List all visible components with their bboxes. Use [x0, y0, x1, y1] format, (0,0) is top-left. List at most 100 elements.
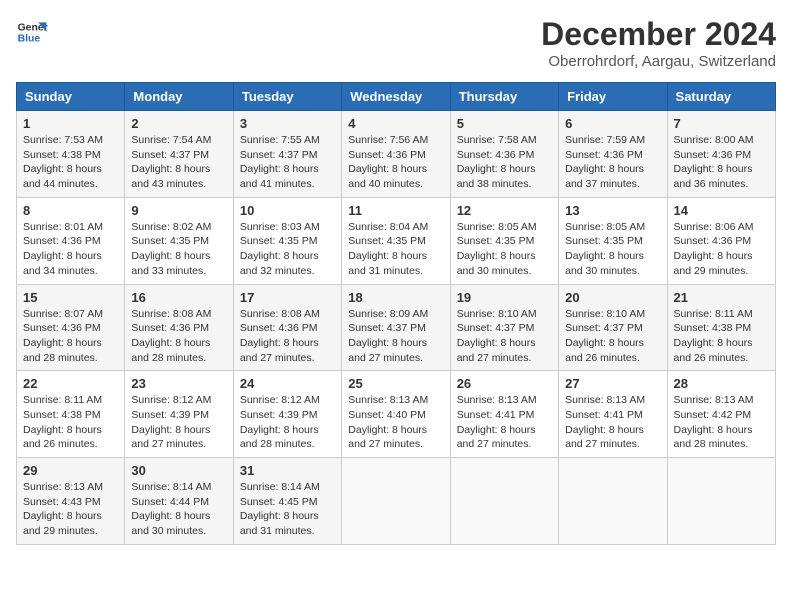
day-info: Sunrise: 8:14 AMSunset: 4:45 PMDaylight:… — [240, 480, 335, 539]
calendar-cell — [450, 458, 558, 545]
calendar-cell: 24 Sunrise: 8:12 AMSunset: 4:39 PMDayligh… — [233, 371, 341, 458]
day-of-week-header: Wednesday — [342, 83, 450, 111]
day-info: Sunrise: 8:10 AMSunset: 4:37 PMDaylight:… — [565, 307, 660, 366]
calendar-cell — [342, 458, 450, 545]
calendar-cell: 21 Sunrise: 8:11 AMSunset: 4:38 PMDayligh… — [667, 284, 775, 371]
day-number: 5 — [457, 116, 552, 131]
day-number: 12 — [457, 203, 552, 218]
day-info: Sunrise: 8:14 AMSunset: 4:44 PMDaylight:… — [131, 480, 226, 539]
day-info: Sunrise: 8:11 AMSunset: 4:38 PMDaylight:… — [674, 307, 769, 366]
day-number: 22 — [23, 376, 118, 391]
day-info: Sunrise: 8:08 AMSunset: 4:36 PMDaylight:… — [240, 307, 335, 366]
calendar-cell: 1 Sunrise: 7:53 AMSunset: 4:38 PMDaylight… — [17, 111, 125, 198]
day-number: 2 — [131, 116, 226, 131]
day-number: 10 — [240, 203, 335, 218]
day-info: Sunrise: 8:13 AMSunset: 4:43 PMDaylight:… — [23, 480, 118, 539]
day-number: 23 — [131, 376, 226, 391]
day-number: 26 — [457, 376, 552, 391]
day-info: Sunrise: 8:05 AMSunset: 4:35 PMDaylight:… — [565, 220, 660, 279]
calendar-cell: 4 Sunrise: 7:56 AMSunset: 4:36 PMDaylight… — [342, 111, 450, 198]
day-number: 18 — [348, 290, 443, 305]
day-number: 3 — [240, 116, 335, 131]
calendar-cell — [667, 458, 775, 545]
day-number: 15 — [23, 290, 118, 305]
calendar-cell: 19Sunrise: 8:10 AMSunset: 4:37 PMDayligh… — [450, 284, 558, 371]
day-info: Sunrise: 8:13 AMSunset: 4:41 PMDaylight:… — [457, 393, 552, 452]
day-info: Sunrise: 7:56 AMSunset: 4:36 PMDaylight:… — [348, 133, 443, 192]
calendar-week-row: 15Sunrise: 8:07 AMSunset: 4:36 PMDayligh… — [17, 284, 776, 371]
day-info: Sunrise: 8:13 AMSunset: 4:42 PMDaylight:… — [674, 393, 769, 452]
calendar-week-row: 1 Sunrise: 7:53 AMSunset: 4:38 PMDaylight… — [17, 111, 776, 198]
day-info: Sunrise: 8:01 AMSunset: 4:36 PMDaylight:… — [23, 220, 118, 279]
calendar-cell: 6 Sunrise: 7:59 AMSunset: 4:36 PMDaylight… — [559, 111, 667, 198]
day-of-week-header: Tuesday — [233, 83, 341, 111]
day-info: Sunrise: 8:03 AMSunset: 4:35 PMDaylight:… — [240, 220, 335, 279]
calendar-cell: 2Sunrise: 7:54 AMSunset: 4:37 PMDaylight… — [125, 111, 233, 198]
day-number: 21 — [674, 290, 769, 305]
calendar-cell: 18 Sunrise: 8:09 AMSunset: 4:37 PMDayligh… — [342, 284, 450, 371]
day-info: Sunrise: 8:00 AMSunset: 4:36 PMDaylight:… — [674, 133, 769, 192]
day-info: Sunrise: 8:04 AMSunset: 4:35 PMDaylight:… — [348, 220, 443, 279]
day-number: 24 — [240, 376, 335, 391]
calendar-cell: 15Sunrise: 8:07 AMSunset: 4:36 PMDayligh… — [17, 284, 125, 371]
day-number: 8 — [23, 203, 118, 218]
day-info: Sunrise: 8:06 AMSunset: 4:36 PMDaylight:… — [674, 220, 769, 279]
day-info: Sunrise: 7:55 AMSunset: 4:37 PMDaylight:… — [240, 133, 335, 192]
day-info: Sunrise: 7:58 AMSunset: 4:36 PMDaylight:… — [457, 133, 552, 192]
day-info: Sunrise: 7:59 AMSunset: 4:36 PMDaylight:… — [565, 133, 660, 192]
day-info: Sunrise: 8:12 AMSunset: 4:39 PMDaylight:… — [240, 393, 335, 452]
logo: General Blue — [16, 16, 48, 48]
page-header: General Blue December 2024 Oberrohrdorf,… — [16, 16, 776, 70]
calendar-cell: 9Sunrise: 8:02 AMSunset: 4:35 PMDaylight… — [125, 197, 233, 284]
day-number: 6 — [565, 116, 660, 131]
day-info: Sunrise: 8:11 AMSunset: 4:38 PMDaylight:… — [23, 393, 118, 452]
month-title: December 2024 — [541, 16, 776, 53]
logo-icon: General Blue — [16, 16, 48, 48]
calendar-cell: 23 Sunrise: 8:12 AMSunset: 4:39 PMDayligh… — [125, 371, 233, 458]
day-info: Sunrise: 8:13 AMSunset: 4:40 PMDaylight:… — [348, 393, 443, 452]
calendar-cell: 20Sunrise: 8:10 AMSunset: 4:37 PMDayligh… — [559, 284, 667, 371]
day-of-week-header: Thursday — [450, 83, 558, 111]
day-number: 16 — [131, 290, 226, 305]
day-number: 4 — [348, 116, 443, 131]
calendar-cell: 12Sunrise: 8:05 AMSunset: 4:35 PMDayligh… — [450, 197, 558, 284]
day-number: 30 — [131, 463, 226, 478]
day-number: 7 — [674, 116, 769, 131]
calendar-week-row: 8 Sunrise: 8:01 AMSunset: 4:36 PMDaylight… — [17, 197, 776, 284]
calendar-cell: 28 Sunrise: 8:13 AMSunset: 4:42 PMDayligh… — [667, 371, 775, 458]
calendar-cell: 8 Sunrise: 8:01 AMSunset: 4:36 PMDaylight… — [17, 197, 125, 284]
day-number: 14 — [674, 203, 769, 218]
calendar-cell: 27Sunrise: 8:13 AMSunset: 4:41 PMDayligh… — [559, 371, 667, 458]
calendar-cell: 26 Sunrise: 8:13 AMSunset: 4:41 PMDayligh… — [450, 371, 558, 458]
location: Oberrohrdorf, Aargau, Switzerland — [541, 53, 776, 70]
day-number: 19 — [457, 290, 552, 305]
day-info: Sunrise: 8:08 AMSunset: 4:36 PMDaylight:… — [131, 307, 226, 366]
day-info: Sunrise: 8:12 AMSunset: 4:39 PMDaylight:… — [131, 393, 226, 452]
calendar-cell: 13 Sunrise: 8:05 AMSunset: 4:35 PMDayligh… — [559, 197, 667, 284]
day-number: 28 — [674, 376, 769, 391]
day-number: 25 — [348, 376, 443, 391]
calendar-cell: 30 Sunrise: 8:14 AMSunset: 4:44 PMDayligh… — [125, 458, 233, 545]
day-of-week-header: Saturday — [667, 83, 775, 111]
calendar-cell: 31Sunrise: 8:14 AMSunset: 4:45 PMDayligh… — [233, 458, 341, 545]
day-number: 1 — [23, 116, 118, 131]
day-number: 27 — [565, 376, 660, 391]
calendar-cell — [559, 458, 667, 545]
day-number: 11 — [348, 203, 443, 218]
day-number: 29 — [23, 463, 118, 478]
day-info: Sunrise: 7:53 AMSunset: 4:38 PMDaylight:… — [23, 133, 118, 192]
svg-text:Blue: Blue — [18, 34, 41, 45]
calendar-cell: 3 Sunrise: 7:55 AMSunset: 4:37 PMDaylight… — [233, 111, 341, 198]
calendar-cell: 14 Sunrise: 8:06 AMSunset: 4:36 PMDayligh… — [667, 197, 775, 284]
day-number: 17 — [240, 290, 335, 305]
calendar-cell: 29 Sunrise: 8:13 AMSunset: 4:43 PMDayligh… — [17, 458, 125, 545]
calendar-week-row: 29 Sunrise: 8:13 AMSunset: 4:43 PMDayligh… — [17, 458, 776, 545]
calendar-cell: 22 Sunrise: 8:11 AMSunset: 4:38 PMDayligh… — [17, 371, 125, 458]
calendar-header-row: SundayMondayTuesdayWednesdayThursdayFrid… — [17, 83, 776, 111]
day-of-week-header: Friday — [559, 83, 667, 111]
day-info: Sunrise: 8:09 AMSunset: 4:37 PMDaylight:… — [348, 307, 443, 366]
calendar-table: SundayMondayTuesdayWednesdayThursdayFrid… — [16, 82, 776, 545]
calendar-cell: 5 Sunrise: 7:58 AMSunset: 4:36 PMDaylight… — [450, 111, 558, 198]
day-of-week-header: Sunday — [17, 83, 125, 111]
day-number: 13 — [565, 203, 660, 218]
